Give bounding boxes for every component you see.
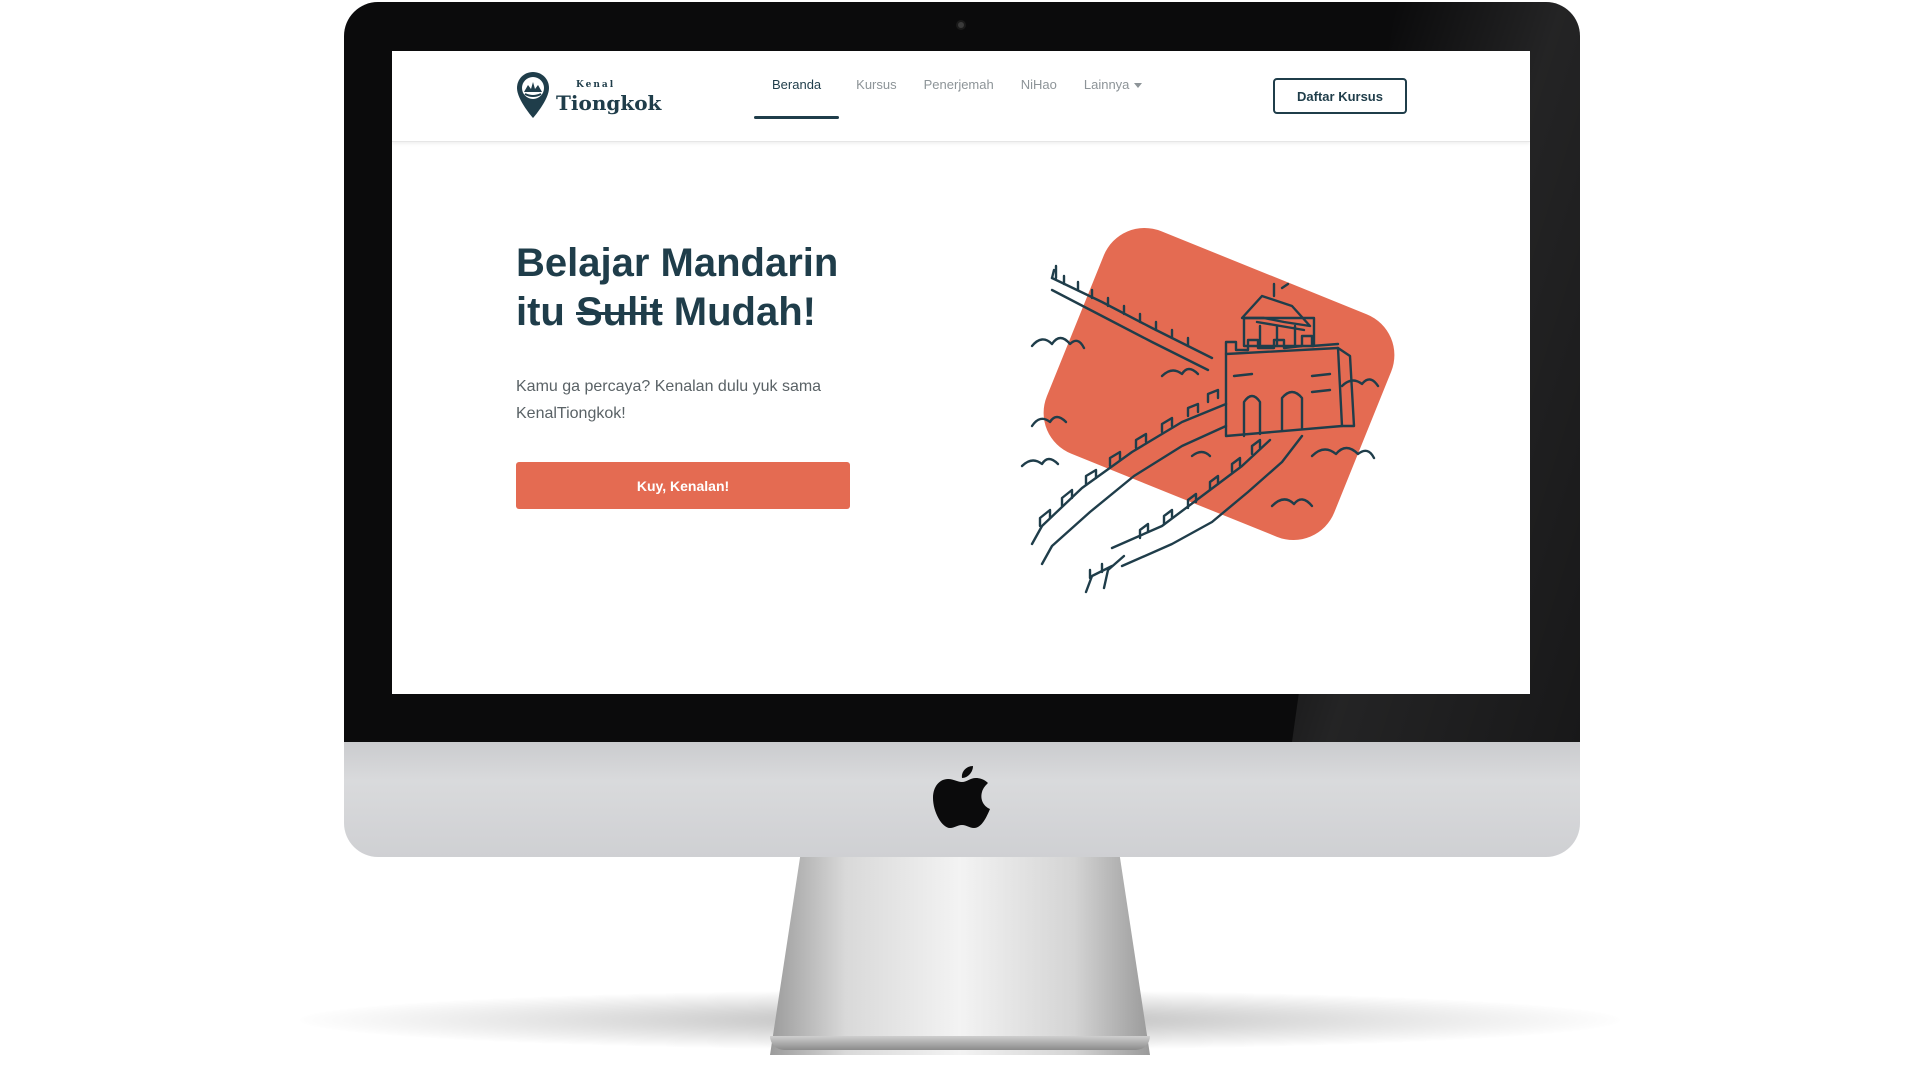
camera-icon <box>958 22 964 28</box>
nav-item-beranda[interactable]: Beranda <box>754 71 840 119</box>
great-wall-illustration <box>1020 227 1395 594</box>
navbar: Kenal Tiongkok Beranda Kursus Penerjemah… <box>392 51 1530 142</box>
hero-subtitle: Kamu ga percaya? Kenalan dulu yuk sama K… <box>516 378 822 422</box>
apple-icon <box>933 766 990 828</box>
nav-item-kursus[interactable]: Kursus <box>846 71 906 119</box>
imac-stand-foot <box>770 1036 1150 1050</box>
site-logo[interactable]: Kenal Tiongkok <box>516 71 666 121</box>
nav-item-nihao[interactable]: NiHao <box>1011 71 1067 119</box>
chevron-down-icon <box>1134 83 1143 89</box>
hero-title-word1: itu <box>516 290 565 334</box>
logo-small-text: Kenal <box>576 80 616 90</box>
hero-title-word3: Mudah! <box>673 290 816 334</box>
nav-item-lainnya[interactable]: Lainnya <box>1074 71 1153 119</box>
hero-title: Belajar Mandarin itu Sulit Mudah! <box>516 239 838 337</box>
logo-big-text: Tiongkok <box>556 91 662 115</box>
imac-stand <box>770 855 1150 1055</box>
screen: Kenal Tiongkok Beranda Kursus Penerjemah… <box>392 51 1530 694</box>
nav-links: Beranda Kursus Penerjemah NiHao Lainnya <box>754 71 1159 119</box>
hero-title-line1: Belajar Mandarin <box>516 241 839 285</box>
nav-item-lainnya-label: Lainnya <box>1083 77 1130 92</box>
daftar-kursus-button[interactable]: Daftar Kursus <box>1273 78 1407 114</box>
kenalan-button[interactable]: Kuy, Kenalan! <box>516 462 850 509</box>
nav-item-penerjemah[interactable]: Penerjemah <box>914 71 1004 119</box>
hero-title-strike: Sulit <box>576 290 663 334</box>
map-pin-icon <box>517 72 549 118</box>
